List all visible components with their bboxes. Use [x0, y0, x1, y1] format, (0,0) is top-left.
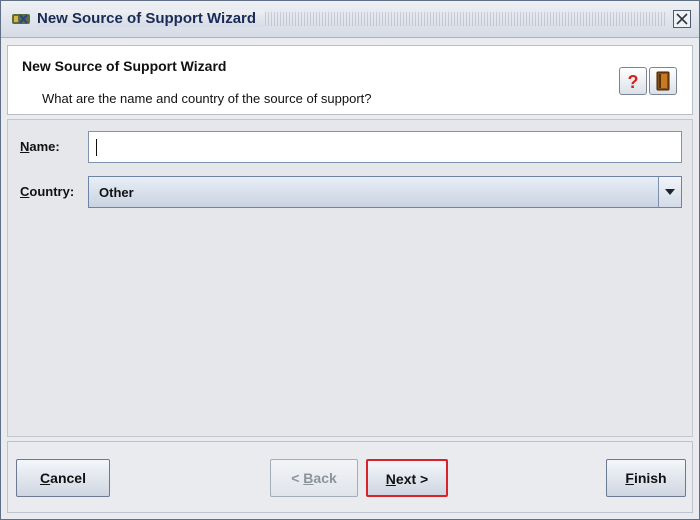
name-input[interactable]	[88, 131, 682, 163]
finish-mnemonic: F	[625, 470, 634, 486]
title-bar-stripes	[253, 12, 667, 26]
finish-button[interactable]: Finish	[606, 459, 686, 497]
next-button[interactable]: Next >	[366, 459, 448, 497]
country-dropdown-arrow[interactable]	[658, 177, 681, 207]
wizard-window: New Source of Support Wizard New Source …	[0, 0, 700, 520]
close-icon	[676, 13, 688, 25]
country-selected-value: Other	[99, 185, 134, 200]
app-wizard-icon	[12, 14, 30, 24]
chevron-down-icon	[665, 189, 675, 195]
help-icon: ?	[628, 72, 639, 92]
name-label-text: ame:	[29, 139, 60, 154]
back-prefix: <	[291, 470, 304, 486]
country-label: Country:	[20, 184, 74, 199]
back-mnemonic: B	[303, 470, 314, 486]
wizard-step-question: What are the name and country of the sou…	[42, 91, 372, 106]
country-dropdown[interactable]: Other	[88, 176, 682, 208]
wizard-footer: Cancel < Back Next > Finish	[7, 441, 693, 513]
back-label: ack	[313, 470, 337, 486]
country-label-mnemonic: C	[20, 184, 30, 199]
name-label-mnemonic: N	[20, 139, 30, 154]
wizard-content: Name: Country: Other	[7, 119, 693, 437]
book-icon	[656, 71, 670, 91]
cancel-label: ancel	[50, 470, 86, 486]
help-button[interactable]: ?	[619, 67, 647, 95]
cancel-button[interactable]: Cancel	[16, 459, 110, 497]
wizard-header-title: New Source of Support Wizard	[22, 58, 227, 74]
next-mnemonic: N	[385, 471, 396, 487]
name-label: Name:	[20, 139, 60, 154]
country-label-text: ountry:	[29, 184, 75, 199]
next-label: ext >	[395, 471, 429, 487]
title-bar[interactable]: New Source of Support Wizard	[1, 1, 699, 38]
window-title: New Source of Support Wizard	[37, 10, 265, 27]
svg-text:?: ?	[628, 72, 639, 92]
book-button[interactable]	[649, 67, 677, 95]
text-caret	[96, 139, 97, 156]
back-button[interactable]: < Back	[270, 459, 358, 497]
close-button[interactable]	[673, 10, 691, 28]
finish-label: inish	[633, 470, 667, 486]
cancel-mnemonic: C	[40, 470, 51, 486]
wizard-header: New Source of Support Wizard What are th…	[7, 45, 693, 115]
